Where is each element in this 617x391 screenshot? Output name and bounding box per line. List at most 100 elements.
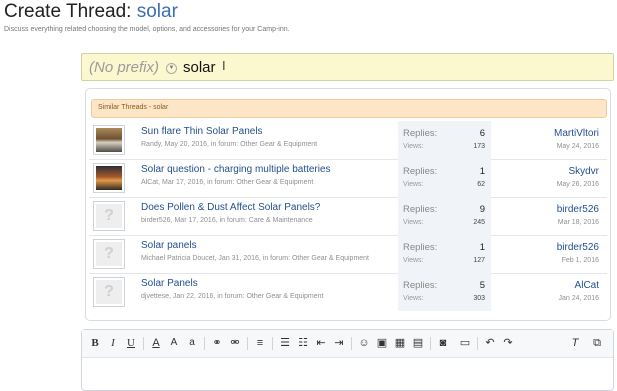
toolbar-separator (430, 337, 431, 350)
replies-count: 6 (479, 128, 485, 139)
text-cursor-icon: I (222, 58, 226, 73)
replies-label: Replies: (403, 166, 438, 177)
chevron-down-icon[interactable]: ▼ (166, 63, 177, 74)
views-count: 173 (473, 143, 485, 150)
last-post-user-link[interactable]: birder526 (557, 242, 599, 253)
last-post-date: Mar 18, 2016 (557, 219, 599, 226)
views-label: Views: (403, 219, 424, 226)
similar-threads-panel: Similar Threads - solar Sun flare Thin S… (85, 88, 611, 321)
undo-icon[interactable]: ↶ (483, 336, 497, 350)
views-label: Views: (403, 295, 424, 302)
italic-icon[interactable]: I (106, 336, 120, 350)
replies-label: Replies: (403, 128, 438, 139)
last-post-user-link[interactable]: MartiVltori (554, 128, 599, 139)
prefix-selector[interactable]: (No prefix) (89, 59, 159, 76)
thread-title-link[interactable]: Solar question - charging multiple batte… (141, 164, 331, 175)
avatar[interactable]: ? (93, 277, 125, 307)
forum-description: Discuss everything related choosing the … (4, 26, 290, 33)
underline-icon[interactable]: U (124, 336, 138, 350)
thread-row: Sun flare Thin Solar Panels Randy, May 2… (89, 121, 607, 160)
message-editor[interactable]: B I U A A a ⚭ ⚮ ≡ ☰ ☷ ⇤ ⇥ ☺ ▣ ▦ ▤ ◙ ▭ ↶ … (81, 329, 614, 391)
thread-title-link[interactable]: Solar panels (141, 240, 197, 251)
thread-row: ? Solar panels Michael Patricia Doucet, … (89, 235, 607, 274)
thread-title-link[interactable]: Does Pollen & Dust Affect Solar Panels? (141, 202, 320, 213)
avatar-photo (96, 128, 122, 152)
font-size-icon[interactable]: A (167, 336, 181, 350)
toolbar-separator (143, 337, 144, 350)
replies-count: 1 (479, 242, 485, 253)
replies-label: Replies: (403, 242, 438, 253)
thread-title-link[interactable]: Sun flare Thin Solar Panels (141, 126, 263, 137)
views-count: 303 (473, 295, 485, 302)
remove-format-icon[interactable]: T (568, 336, 582, 350)
numbered-list-icon[interactable]: ☷ (296, 336, 310, 350)
last-post-date: May 26, 2016 (556, 181, 599, 188)
last-post-user-link[interactable]: AlCat (575, 280, 599, 291)
thread-row: ? Solar Panels djvettese, Jan 22, 2016, … (89, 273, 607, 311)
views-label: Views: (403, 181, 424, 188)
thread-stats: Replies: 9 Views: 245 (398, 197, 491, 235)
thread-row: Solar question - charging multiple batte… (89, 159, 607, 198)
avatar[interactable] (93, 163, 125, 193)
camera-icon[interactable]: ◙ (436, 336, 450, 350)
link-icon[interactable]: ⚭ (210, 336, 224, 350)
unlink-icon[interactable]: ⚮ (228, 336, 242, 350)
thread-meta: birder526, Mar 17, 2016, in forum: Care … (141, 217, 313, 224)
toolbar-separator (477, 337, 478, 350)
thread-row: ? Does Pollen & Dust Affect Solar Panels… (89, 197, 607, 236)
image-icon[interactable]: ▣ (375, 336, 389, 350)
replies-label: Replies: (403, 204, 438, 215)
default-avatar-icon: ? (96, 280, 122, 304)
save-draft-icon[interactable]: ▭ (458, 336, 472, 350)
last-post-date: Feb 1, 2016 (561, 257, 599, 264)
toolbar-separator (272, 337, 273, 350)
last-post-date: May 24, 2016 (556, 143, 599, 150)
thread-stats: Replies: 6 Views: 173 (398, 121, 491, 159)
media-icon[interactable]: ▦ (393, 336, 407, 350)
thread-title-input[interactable] (183, 57, 563, 77)
views-count: 127 (473, 257, 485, 264)
default-avatar-icon: ? (96, 204, 122, 228)
text-color-icon[interactable]: A (149, 336, 163, 350)
bold-icon[interactable]: B (88, 336, 102, 350)
thread-stats: Replies: 1 Views: 62 (398, 159, 491, 197)
page-title-term: solar (136, 1, 178, 22)
views-label: Views: (403, 143, 424, 150)
last-post-user-link[interactable]: birder526 (557, 204, 599, 215)
thread-title-row: (No prefix) ▼ I (81, 53, 614, 81)
toolbar-separator (247, 337, 248, 350)
replies-count: 1 (479, 166, 485, 177)
thread-stats: Replies: 1 Views: 127 (398, 235, 491, 273)
insert-icon[interactable]: ▤ (411, 336, 425, 350)
replies-label: Replies: (403, 280, 438, 291)
thread-meta: djvettese, Jan 22, 2016, in forum: Other… (141, 293, 324, 300)
thread-title-link[interactable]: Solar Panels (141, 278, 198, 289)
outdent-icon[interactable]: ⇤ (314, 336, 328, 350)
views-label: Views: (403, 257, 424, 264)
views-count: 245 (473, 219, 485, 226)
thread-meta: AlCat, Mar 17, 2016, in forum: Other Gea… (141, 179, 314, 186)
page-title-prefix: Create Thread: (4, 1, 132, 22)
toolbar-separator (351, 337, 352, 350)
smilie-icon[interactable]: ☺ (357, 336, 371, 350)
replies-count: 9 (479, 204, 485, 215)
avatar[interactable] (93, 125, 125, 155)
last-post-date: Jan 24, 2016 (558, 295, 599, 302)
bullet-list-icon[interactable]: ☰ (278, 336, 292, 350)
editor-toolbar: B I U A A a ⚭ ⚮ ≡ ☰ ☷ ⇤ ⇥ ☺ ▣ ▦ ▤ ◙ ▭ ↶ … (82, 330, 613, 358)
page-title: Create Thread: solar (4, 1, 178, 23)
views-count: 62 (477, 181, 485, 188)
avatar[interactable]: ? (93, 239, 125, 269)
indent-icon[interactable]: ⇥ (332, 336, 346, 350)
font-family-icon[interactable]: a (185, 336, 199, 350)
toggle-bbcode-icon[interactable]: ⧉ (590, 336, 604, 350)
thread-meta: Randy, May 20, 2016, in forum: Other Gea… (141, 141, 318, 148)
thread-stats: Replies: 5 Views: 303 (398, 273, 491, 311)
last-post-user-link[interactable]: Skydvr (568, 166, 599, 177)
avatar-photo (96, 166, 122, 190)
align-icon[interactable]: ≡ (253, 336, 267, 350)
avatar[interactable]: ? (93, 201, 125, 231)
default-avatar-icon: ? (96, 242, 122, 266)
replies-count: 5 (479, 280, 485, 291)
redo-icon[interactable]: ↷ (501, 336, 515, 350)
